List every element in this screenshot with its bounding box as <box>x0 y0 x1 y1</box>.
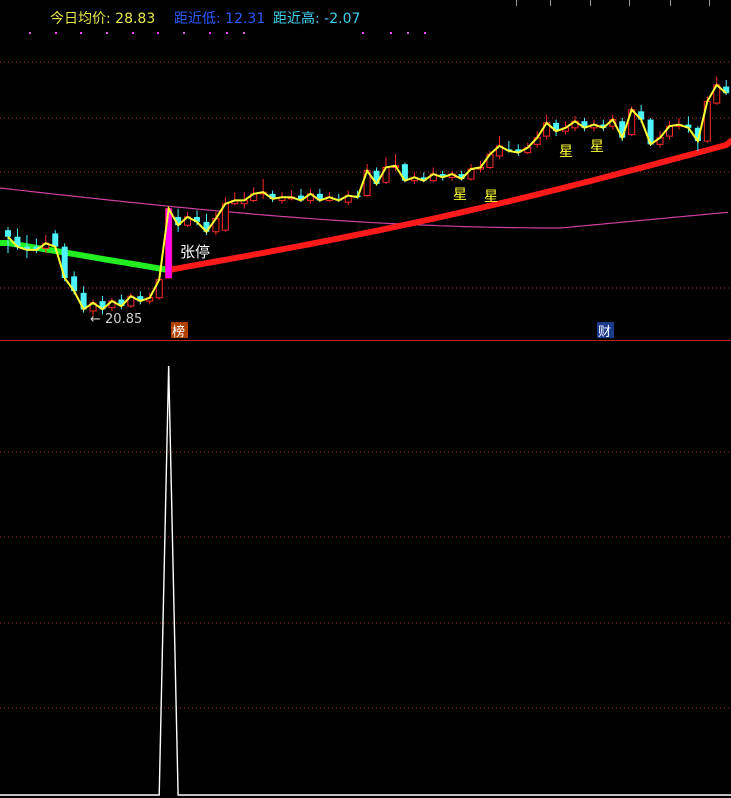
avg-price-label: 今日均价: <box>50 11 111 27</box>
marker-dot <box>243 32 245 34</box>
sub-indicator-panel <box>0 365 731 796</box>
candlesticks <box>5 76 730 316</box>
annotation-layer: 张停← 20.85星 星星 星榜财 <box>29 32 614 340</box>
toolbar-strip <box>516 0 731 6</box>
distance-high-label: 距近高: <box>273 11 320 27</box>
star-marker: 星 <box>559 144 573 160</box>
star-marker: 星 <box>484 189 498 205</box>
marker-dot <box>424 32 426 34</box>
marker-dot <box>362 32 364 34</box>
marker-dot <box>390 32 392 34</box>
badge-cai: 财 <box>598 325 611 340</box>
star-marker: 星 <box>453 187 467 203</box>
marker-dot <box>157 32 159 34</box>
candle-down <box>52 233 59 247</box>
distance-low-label: 距近低: <box>174 11 221 27</box>
badge-bang: 榜 <box>172 324 185 340</box>
marker-dot <box>226 32 228 34</box>
limit-up-label: 张停 <box>180 243 210 261</box>
marker-dot <box>183 32 185 34</box>
grid-lines <box>0 61 731 709</box>
distance-high-value: -2.07 <box>324 11 361 27</box>
spike-indicator-line <box>0 365 731 796</box>
marker-dot <box>132 32 134 34</box>
marker-dot <box>80 32 82 34</box>
kline-chart: 张停← 20.85星 星星 星榜财 <box>0 32 731 796</box>
low-price-marker: ← 20.85 <box>90 312 142 327</box>
trend-up-line <box>165 138 731 273</box>
marker-dot <box>209 32 211 34</box>
candle-down <box>5 230 11 237</box>
distance-low-value: 12.31 <box>225 11 266 27</box>
distance-low-readout: 距近低: 12.31 <box>174 8 265 28</box>
trend-line <box>0 138 731 273</box>
distance-high-readout: 距近高: -2.07 <box>273 8 360 28</box>
marker-dot <box>106 32 108 34</box>
marker-dot <box>29 32 31 34</box>
star-marker: 星 <box>590 139 604 155</box>
avg-price-value: 28.83 <box>115 11 156 27</box>
avg-price-readout: 今日均价: 28.83 <box>50 8 155 28</box>
marker-dot <box>55 32 57 34</box>
marker-dot <box>407 32 409 34</box>
